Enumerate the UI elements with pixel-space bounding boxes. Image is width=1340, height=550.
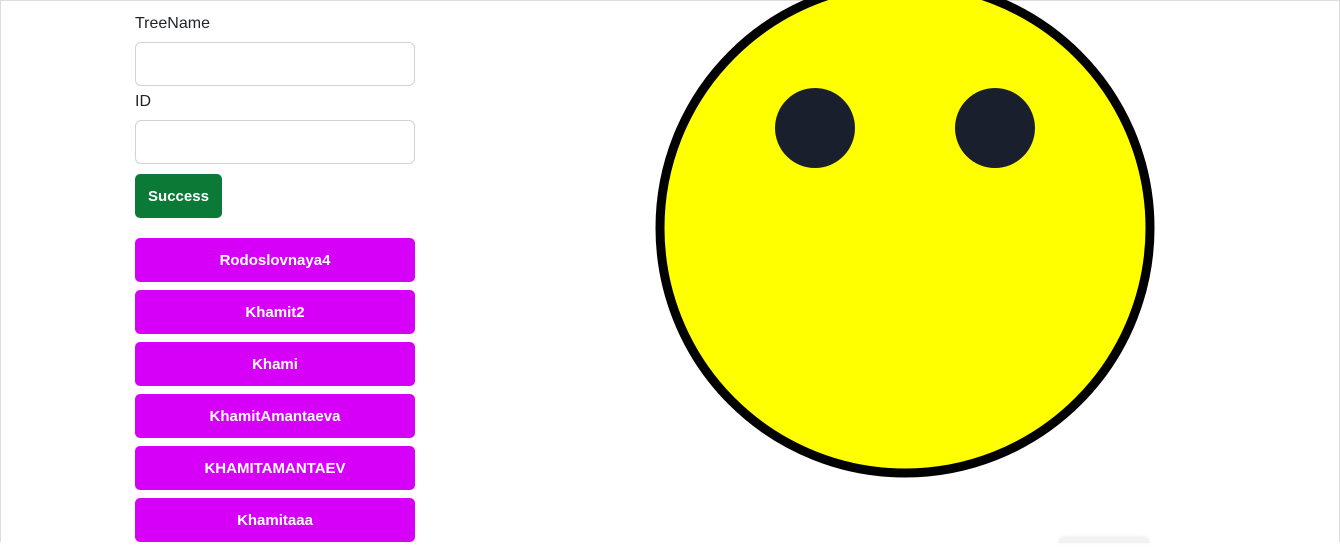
tree-button-rodoslovnaya4[interactable]: Rodoslovnaya4 xyxy=(135,238,415,282)
tree-button-khamitaaa[interactable]: Khamitaaa xyxy=(135,498,415,542)
tree-button-khamit2[interactable]: Khamit2 xyxy=(135,290,415,334)
tree-name-label: TreeName xyxy=(135,15,210,32)
smiley-face-circle xyxy=(655,0,1155,478)
id-label: ID xyxy=(135,93,151,110)
smiley-left-eye xyxy=(775,88,855,168)
tree-list: Rodoslovnaya4 Khamit2 Khami KhamitAmanta… xyxy=(135,238,415,550)
success-button[interactable]: Success xyxy=(135,174,222,218)
smiley-face-icon xyxy=(655,0,1155,478)
tree-button-khami[interactable]: Khami xyxy=(135,342,415,386)
tree-name-input[interactable] xyxy=(135,42,415,86)
scroll-shadow xyxy=(1058,538,1150,543)
tree-button-khamitamantaev[interactable]: KHAMITAMANTAEV xyxy=(135,446,415,490)
id-input[interactable] xyxy=(135,120,415,164)
tree-button-khamitamantaeva[interactable]: KhamitAmantaeva xyxy=(135,394,415,438)
smiley-right-eye xyxy=(955,88,1035,168)
